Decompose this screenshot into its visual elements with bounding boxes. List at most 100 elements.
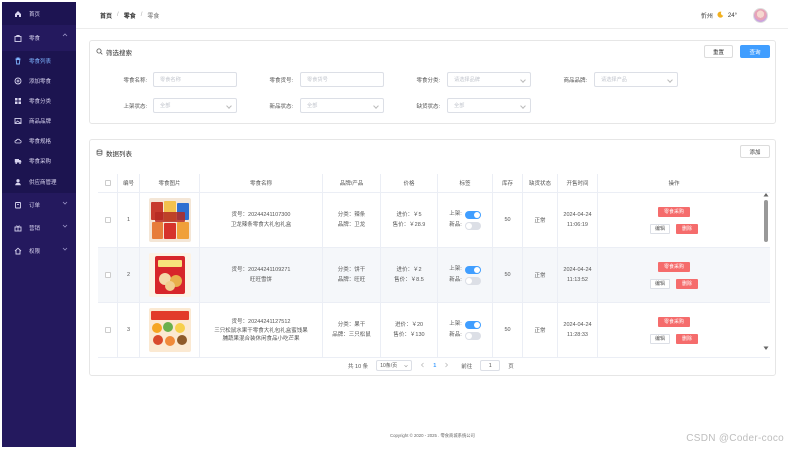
reset-button[interactable]: 重置 bbox=[704, 45, 733, 58]
chevron-down-icon bbox=[62, 246, 68, 252]
scroll-down-icon[interactable] bbox=[763, 346, 769, 353]
new-product-label: 新品: bbox=[449, 222, 462, 228]
column-header: 缺货状态 bbox=[523, 174, 558, 192]
edit-button[interactable]: 编辑 bbox=[650, 278, 670, 289]
sidebar-item-supplier[interactable]: 供应商管理 bbox=[2, 171, 76, 193]
new-product-toggle[interactable] bbox=[464, 276, 481, 285]
image-icon bbox=[14, 117, 22, 125]
goto-page-input[interactable]: 1 bbox=[480, 360, 501, 371]
page-number-current[interactable]: 1 bbox=[433, 363, 436, 369]
column-header: 库存 bbox=[493, 174, 523, 192]
sidebar-item-label: 零食采购 bbox=[29, 159, 52, 165]
select-all-checkbox[interactable] bbox=[104, 180, 111, 186]
search-button[interactable]: 查询 bbox=[740, 45, 770, 58]
purchase-button[interactable]: 零食采购 bbox=[658, 206, 690, 217]
chevron-down-icon bbox=[520, 103, 526, 109]
row-price-cell: 进价：￥5 售价：￥28.9 bbox=[381, 193, 438, 247]
footer-copyright: Copyright © 2020 - 2025 . 零食商城系统公司 bbox=[390, 433, 475, 438]
sidebar-item-label: 零食分类 bbox=[29, 99, 52, 105]
sidebar-item-purchase[interactable]: 零食采购 bbox=[2, 151, 76, 171]
delete-button[interactable]: 删除 bbox=[676, 223, 698, 234]
purchase-button[interactable]: 零食采购 bbox=[658, 261, 690, 272]
on-shelf-toggle[interactable] bbox=[464, 320, 481, 329]
row-stock: 50 bbox=[493, 193, 523, 247]
row-actions-cell: 零食采购 编辑 删除 bbox=[598, 193, 750, 247]
select-placeholder: 全部 bbox=[454, 103, 465, 109]
database-icon bbox=[96, 148, 103, 158]
house-icon bbox=[14, 247, 22, 255]
row-checkbox[interactable] bbox=[104, 327, 111, 333]
prev-page-icon[interactable] bbox=[420, 362, 425, 370]
delete-button[interactable]: 删除 bbox=[676, 333, 698, 344]
edit-button[interactable]: 编辑 bbox=[650, 223, 670, 234]
stock-status-label: 缺货状态: bbox=[416, 104, 440, 110]
row-date: 2024-04-24 bbox=[563, 267, 592, 273]
stock-status-select[interactable]: 全部 bbox=[447, 98, 531, 113]
snack-name-input[interactable]: 零食名称 bbox=[153, 72, 237, 87]
row-checkbox[interactable] bbox=[104, 217, 111, 223]
chevron-up-icon bbox=[62, 32, 68, 38]
row-image-cell bbox=[140, 248, 200, 302]
sidebar-item-add-snack[interactable]: 添加零食 bbox=[2, 71, 76, 91]
sidebar-item-home[interactable]: 首页 bbox=[2, 2, 76, 25]
new-status-select[interactable]: 全部 bbox=[300, 98, 384, 113]
snack-image bbox=[148, 253, 191, 297]
sidebar-item-marketing[interactable]: 营销 bbox=[2, 216, 76, 239]
select-placeholder: 全部 bbox=[307, 103, 318, 109]
sidebar-item-brand[interactable]: 商品品牌 bbox=[2, 111, 76, 131]
on-shelf-toggle[interactable] bbox=[464, 265, 481, 274]
new-product-toggle[interactable] bbox=[464, 221, 481, 230]
row-image-cell bbox=[140, 303, 200, 357]
top-header: 首页 / 零食 / 零食 忻州 24° bbox=[76, 2, 788, 29]
shelf-status-select[interactable]: 全部 bbox=[153, 98, 237, 113]
sidebar-item-snacks[interactable]: 零食 bbox=[2, 25, 76, 51]
sidebar-item-permissions[interactable]: 权限 bbox=[2, 239, 76, 262]
brand-select[interactable]: 请选择产品 bbox=[594, 72, 678, 87]
page-size-select[interactable]: 10条/页 bbox=[376, 360, 413, 371]
edit-button[interactable]: 编辑 bbox=[650, 333, 670, 344]
pagination: 共 10 条 10条/页 1 前往 1 页 bbox=[348, 360, 514, 371]
chevron-down-icon bbox=[373, 103, 379, 109]
row-category: 分类：果干 bbox=[337, 322, 366, 328]
sidebar-item-orders[interactable]: 订单 bbox=[2, 193, 76, 216]
row-stock-status: 正常 bbox=[523, 193, 558, 247]
new-status-label: 新品状态: bbox=[269, 104, 293, 110]
brand-label: 商品品牌: bbox=[563, 78, 587, 84]
avatar[interactable] bbox=[753, 8, 768, 23]
row-checkbox[interactable] bbox=[104, 272, 111, 278]
snack-sku-input[interactable]: 零食货号 bbox=[300, 72, 384, 87]
row-id: 2 bbox=[118, 248, 140, 302]
cloud-icon bbox=[14, 137, 22, 145]
scrollbar-thumb[interactable] bbox=[764, 200, 768, 242]
chevron-down-icon bbox=[62, 200, 68, 206]
next-page-icon[interactable] bbox=[444, 362, 449, 370]
chevron-down-icon bbox=[62, 223, 68, 229]
goto-page-value: 1 bbox=[488, 362, 492, 369]
row-cost: 进价：￥20 bbox=[394, 322, 424, 328]
filter-panel: 筛选搜索 重置 查询 零食名称: 零食名称 零食货号: 零食货号 零食分类: 请… bbox=[89, 40, 776, 124]
on-shelf-toggle[interactable] bbox=[464, 210, 481, 219]
row-price-cell: 进价：￥20 售价：￥130 bbox=[381, 303, 438, 357]
row-time: 11:13:52 bbox=[566, 277, 588, 283]
snack-category-select[interactable]: 请选择品牌 bbox=[447, 72, 531, 87]
sidebar-item-snack-list[interactable]: 零食列表 bbox=[2, 51, 76, 71]
row-sku: 货号：20244241127512 bbox=[231, 319, 291, 325]
row-name-cell: 货号：20244241127512 三只松鼠水果干零食大礼包礼盒蜜饯果脯蔬果混合… bbox=[200, 303, 323, 357]
home-icon bbox=[14, 10, 22, 18]
breadcrumb-home[interactable]: 首页 bbox=[100, 11, 112, 20]
purchase-button[interactable]: 零食采购 bbox=[658, 316, 690, 327]
breadcrumb-snacks[interactable]: 零食 bbox=[124, 11, 136, 20]
row-price: 售价：￥28.9 bbox=[392, 222, 426, 228]
table-scrollbar[interactable] bbox=[763, 176, 769, 358]
sidebar-item-snack-category[interactable]: 零食分类 bbox=[2, 91, 76, 111]
sidebar-item-label: 商品品牌 bbox=[29, 119, 52, 125]
sidebar-item-spec[interactable]: 零食规格 bbox=[2, 131, 76, 151]
new-product-toggle[interactable] bbox=[464, 331, 481, 340]
scroll-up-icon[interactable] bbox=[763, 192, 769, 199]
add-button[interactable]: 添加 bbox=[740, 145, 770, 158]
delete-button[interactable]: 删除 bbox=[676, 278, 698, 289]
sidebar-item-label: 订单 bbox=[29, 202, 41, 209]
table-row: 2 货号：20244241109271 旺旺雪饼 分类：饼干 品牌：旺旺 进价：… bbox=[98, 248, 770, 303]
row-image-cell bbox=[140, 193, 200, 247]
table-row: 1 货号：20244241107300 卫龙辣条零食大礼包礼盒 分类：辣条 品牌… bbox=[98, 193, 770, 248]
